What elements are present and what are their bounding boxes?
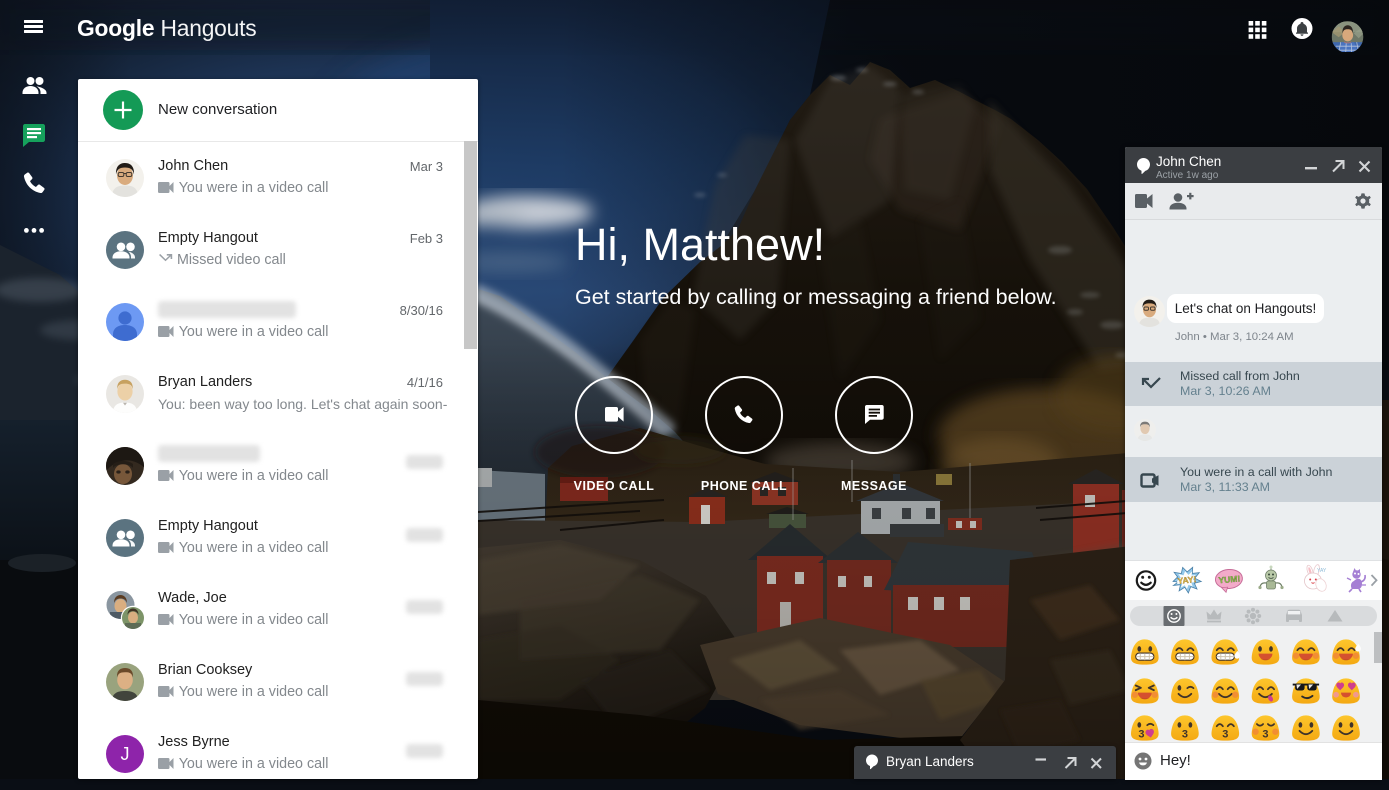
- svg-text:3: 3: [1182, 728, 1188, 740]
- svg-text:YAY!: YAY!: [1177, 574, 1197, 586]
- svg-text:YAY: YAY: [1317, 568, 1327, 574]
- svg-text:3: 3: [1138, 728, 1144, 740]
- svg-text:3: 3: [1262, 728, 1268, 740]
- svg-text:3: 3: [1222, 728, 1228, 740]
- svg-text:YUM!: YUM!: [1218, 573, 1241, 585]
